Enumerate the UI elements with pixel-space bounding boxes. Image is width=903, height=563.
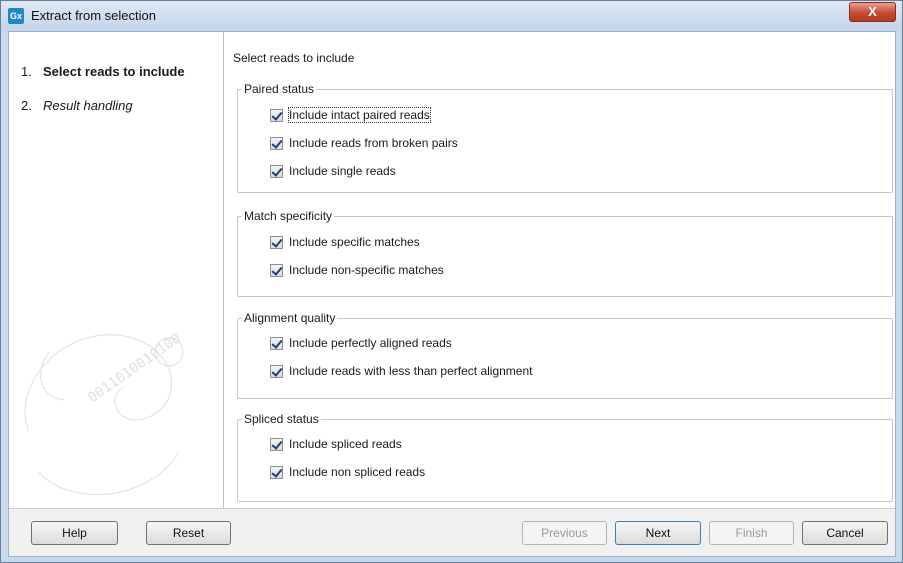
- help-button[interactable]: Help: [31, 521, 118, 545]
- step-label: Result handling: [43, 98, 133, 113]
- section-title: Select reads to include: [233, 51, 355, 65]
- include-intact-paired-reads-checkbox[interactable]: [270, 108, 283, 122]
- step-label: Select reads to include: [43, 64, 185, 79]
- checkbox-label[interactable]: Include specific matches: [289, 235, 420, 249]
- include-spliced-reads-checkbox[interactable]: [270, 437, 283, 451]
- wizard-content-panel: Select reads to include Paired status In…: [231, 32, 895, 508]
- checkbox-label[interactable]: Include reads with less than perfect ali…: [289, 364, 532, 378]
- checkbox-row[interactable]: Include reads with less than perfect ali…: [270, 363, 532, 379]
- button-bar: Help Reset Previous Next Finish Cancel: [9, 508, 895, 556]
- group-label: Alignment quality: [242, 311, 338, 325]
- group-paired-status: Paired status Include intact paired read…: [237, 82, 893, 193]
- window-title: Extract from selection: [31, 8, 156, 23]
- checkbox-label[interactable]: Include non spliced reads: [289, 465, 425, 479]
- checkbox-row[interactable]: Include specific matches: [270, 234, 420, 250]
- include-perfectly-aligned-reads-checkbox[interactable]: [270, 336, 283, 350]
- include-non-specific-matches-checkbox[interactable]: [270, 263, 283, 277]
- decorative-swirl-watermark: 0011010010100: [24, 330, 184, 496]
- group-alignment-quality: Alignment quality Include perfectly alig…: [237, 311, 893, 399]
- include-imperfect-alignment-checkbox[interactable]: [270, 364, 283, 378]
- checkbox-row[interactable]: Include spliced reads: [270, 436, 402, 452]
- group-match-specificity: Match specificity Include specific match…: [237, 209, 893, 297]
- checkbox-row[interactable]: Include non-specific matches: [270, 262, 444, 278]
- dialog-window: Gx Extract from selection X 1. Select rea…: [0, 0, 903, 563]
- checkbox-row[interactable]: Include intact paired reads: [270, 107, 431, 123]
- previous-button[interactable]: Previous: [522, 521, 607, 545]
- group-spliced-status: Spliced status Include spliced reads Inc…: [237, 412, 893, 502]
- checkbox-row[interactable]: Include single reads: [270, 163, 396, 179]
- group-label: Spliced status: [242, 412, 321, 426]
- wizard-step-result-handling: 2. Result handling: [21, 98, 133, 113]
- wizard-step-select-reads: 1. Select reads to include: [21, 64, 185, 79]
- dialog-client-area: 1. Select reads to include 2. Result handl…: [8, 31, 896, 557]
- checkbox-label[interactable]: Include non-specific matches: [289, 263, 444, 277]
- next-button[interactable]: Next: [615, 521, 701, 545]
- group-label: Match specificity: [242, 209, 335, 223]
- finish-button[interactable]: Finish: [709, 521, 794, 545]
- title-bar[interactable]: Gx Extract from selection X: [1, 1, 902, 31]
- include-broken-pairs-checkbox[interactable]: [270, 136, 283, 150]
- checkbox-label[interactable]: Include single reads: [289, 164, 396, 178]
- reset-button[interactable]: Reset: [146, 521, 231, 545]
- checkbox-row[interactable]: Include non spliced reads: [270, 464, 425, 480]
- checkbox-label[interactable]: Include spliced reads: [289, 437, 402, 451]
- step-number: 2.: [21, 98, 32, 113]
- checkbox-label[interactable]: Include perfectly aligned reads: [289, 336, 452, 350]
- checkbox-label[interactable]: Include intact paired reads: [288, 107, 431, 123]
- checkbox-label[interactable]: Include reads from broken pairs: [289, 136, 458, 150]
- include-single-reads-checkbox[interactable]: [270, 164, 283, 178]
- checkbox-row[interactable]: Include reads from broken pairs: [270, 135, 458, 151]
- group-label: Paired status: [242, 82, 317, 96]
- include-non-spliced-reads-checkbox[interactable]: [270, 465, 283, 479]
- step-number: 1.: [21, 64, 32, 79]
- close-button[interactable]: X: [849, 2, 896, 22]
- cancel-button[interactable]: Cancel: [802, 521, 888, 545]
- include-specific-matches-checkbox[interactable]: [270, 235, 283, 249]
- app-logo-icon: Gx: [8, 8, 24, 24]
- wizard-steps-panel: 1. Select reads to include 2. Result handl…: [9, 32, 224, 508]
- checkbox-row[interactable]: Include perfectly aligned reads: [270, 335, 452, 351]
